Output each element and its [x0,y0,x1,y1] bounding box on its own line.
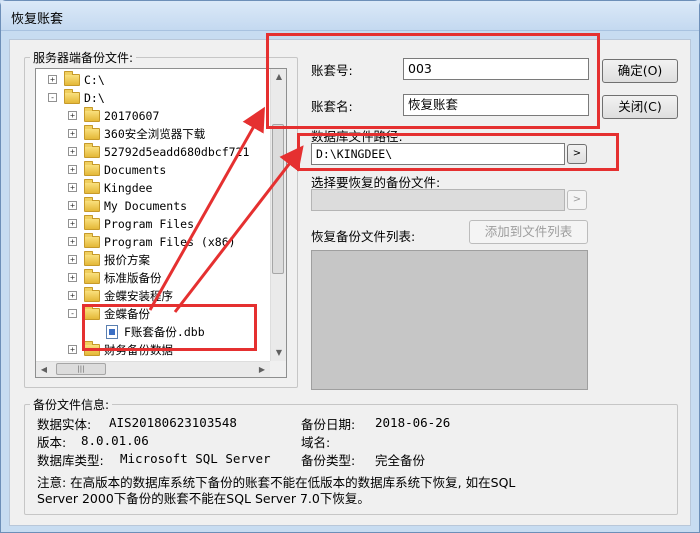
arrow-to-account [148,106,265,311]
annotation-arrows [148,106,304,313]
